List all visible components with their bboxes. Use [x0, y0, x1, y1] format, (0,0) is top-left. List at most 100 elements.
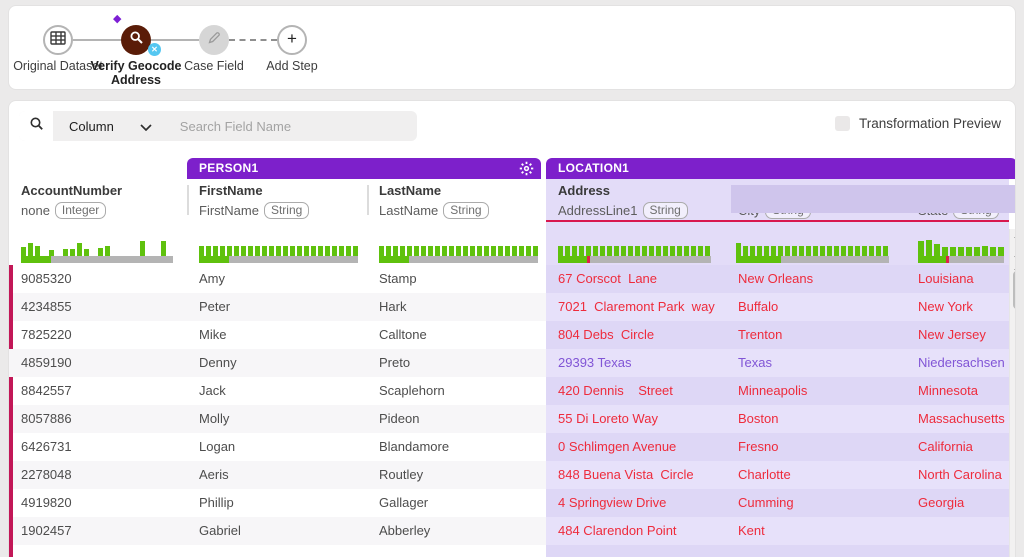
- pencil-icon: [208, 31, 221, 49]
- scroll-down-icon[interactable]: [1014, 256, 1015, 261]
- cell-last-name[interactable]: Hark: [371, 293, 545, 321]
- cell-address[interactable]: 67 Corscot Lane: [546, 265, 734, 293]
- step-verify-geocode[interactable]: [121, 25, 151, 55]
- cell-address[interactable]: 484 Clarendon Point: [546, 517, 734, 545]
- cell-state[interactable]: New Jersey: [914, 321, 1009, 349]
- cell-city[interactable]: Buffalo: [734, 293, 914, 321]
- cell-address[interactable]: 420 Dennis Street: [546, 377, 734, 405]
- cell-account-number[interactable]: 4234855: [13, 293, 191, 321]
- search-input[interactable]: Search Field Name: [180, 119, 291, 134]
- table-row[interactable]: [9, 545, 1009, 557]
- cell-state[interactable]: New York: [914, 293, 1009, 321]
- group-header-location1[interactable]: LOCATION1: [546, 158, 1015, 179]
- cell-last-name[interactable]: [371, 545, 545, 557]
- column-header-firstname[interactable]: FirstName FirstName String: [199, 183, 310, 219]
- scroll-up-icon[interactable]: [1014, 233, 1015, 238]
- cell-city[interactable]: Texas: [734, 349, 914, 377]
- cell-first-name[interactable]: Logan: [191, 433, 371, 461]
- cell-address[interactable]: 804 Debs Circle: [546, 321, 734, 349]
- cell-city[interactable]: Trenton: [734, 321, 914, 349]
- cell-account-number[interactable]: 7825220: [13, 321, 191, 349]
- cell-account-number[interactable]: 6426731: [13, 433, 191, 461]
- column-header-lastname[interactable]: LastName LastName String: [379, 183, 489, 219]
- cell-account-number[interactable]: 4859190: [13, 349, 191, 377]
- cell-city[interactable]: [734, 545, 914, 557]
- scroll-up-icon[interactable]: [1014, 265, 1015, 270]
- preview-checkbox[interactable]: [834, 116, 850, 131]
- cell-state[interactable]: [914, 545, 1009, 557]
- cell-first-name[interactable]: Denny: [191, 349, 371, 377]
- cell-state[interactable]: Louisiana: [914, 265, 1009, 293]
- cell-state[interactable]: Massachusetts: [914, 405, 1009, 433]
- table-row[interactable]: 4234855 Peter Hark 7021 Claremont Park w…: [9, 293, 1009, 321]
- vertical-scrollbar[interactable]: [1009, 229, 1015, 557]
- table-row[interactable]: 8842557 Jack Scaplehorn 420 Dennis Stree…: [9, 377, 1009, 405]
- cell-account-number[interactable]: 2278048: [13, 461, 191, 489]
- cell-city[interactable]: Fresno: [734, 433, 914, 461]
- cell-city[interactable]: Charlotte: [734, 461, 914, 489]
- cell-last-name[interactable]: Pideon: [371, 405, 545, 433]
- table-row[interactable]: 7825220 Mike Calltone 804 Debs Circle Tr…: [9, 321, 1009, 349]
- cell-first-name[interactable]: Amy: [191, 265, 371, 293]
- cell-state[interactable]: [914, 517, 1009, 545]
- transformation-preview-toggle[interactable]: Transformation Preview: [834, 116, 1001, 131]
- cell-first-name[interactable]: Phillip: [191, 489, 371, 517]
- cell-last-name[interactable]: Calltone: [371, 321, 545, 349]
- cell-address[interactable]: 4 Springview Drive: [546, 489, 734, 517]
- cell-account-number[interactable]: 4919820: [13, 489, 191, 517]
- cell-state[interactable]: Niedersachsen: [914, 349, 1009, 377]
- cell-address[interactable]: 29393 Texas: [546, 349, 734, 377]
- cell-city[interactable]: New Orleans: [734, 265, 914, 293]
- search-scope-dropdown[interactable]: Column: [53, 119, 164, 134]
- cell-city[interactable]: Kent: [734, 517, 914, 545]
- cell-account-number[interactable]: 8057886: [13, 405, 191, 433]
- cell-last-name[interactable]: Routley: [371, 461, 545, 489]
- cell-first-name[interactable]: Aeris: [191, 461, 371, 489]
- cell-city[interactable]: Minneapolis: [734, 377, 914, 405]
- cell-last-name[interactable]: Scaplehorn: [371, 377, 545, 405]
- cell-state[interactable]: Minnesota: [914, 377, 1009, 405]
- table-row[interactable]: 1902457 Gabriel Abberley 484 Clarendon P…: [9, 517, 1009, 545]
- step-case-field[interactable]: [199, 25, 229, 55]
- step-add[interactable]: +: [277, 25, 307, 55]
- cell-first-name[interactable]: [191, 545, 371, 557]
- group-header-person1[interactable]: PERSON1: [187, 158, 541, 179]
- column-header-address[interactable]: Address AddressLine1 String: [558, 183, 688, 219]
- cell-first-name[interactable]: Peter: [191, 293, 371, 321]
- scrollbar-thumb[interactable]: [1013, 271, 1015, 309]
- cell-last-name[interactable]: Gallager: [371, 489, 545, 517]
- cell-address[interactable]: 848 Buena Vista Circle: [546, 461, 734, 489]
- gear-icon[interactable]: [519, 161, 534, 183]
- step-original-dataset[interactable]: [43, 25, 73, 55]
- cell-address[interactable]: 0 Schlimgen Avenue: [546, 433, 734, 461]
- cell-last-name[interactable]: Blandamore: [371, 433, 545, 461]
- remove-step-badge[interactable]: ✕: [148, 43, 161, 56]
- cell-last-name[interactable]: Preto: [371, 349, 545, 377]
- cell-address[interactable]: [546, 545, 734, 557]
- cell-account-number[interactable]: 9085320: [13, 265, 191, 293]
- cell-first-name[interactable]: Jack: [191, 377, 371, 405]
- field-search-bar[interactable]: Column Search Field Name: [19, 111, 417, 141]
- cell-address[interactable]: 7021 Claremont Park way: [546, 293, 734, 321]
- cell-address[interactable]: 55 Di Loreto Way: [546, 405, 734, 433]
- cell-first-name[interactable]: Gabriel: [191, 517, 371, 545]
- cell-first-name[interactable]: Molly: [191, 405, 371, 433]
- column-header-accountnumber[interactable]: AccountNumber none Integer: [21, 183, 122, 219]
- table-row[interactable]: 2278048 Aeris Routley 848 Buena Vista Ci…: [9, 461, 1009, 489]
- cell-state[interactable]: California: [914, 433, 1009, 461]
- cell-state[interactable]: North Carolina: [914, 461, 1009, 489]
- cell-last-name[interactable]: Stamp: [371, 265, 545, 293]
- table-row[interactable]: 6426731 Logan Blandamore 0 Schlimgen Ave…: [9, 433, 1009, 461]
- table-row[interactable]: 9085320 Amy Stamp 67 Corscot Lane New Or…: [9, 265, 1009, 293]
- cell-first-name[interactable]: Mike: [191, 321, 371, 349]
- table-row[interactable]: 8057886 Molly Pideon 55 Di Loreto Way Bo…: [9, 405, 1009, 433]
- cell-state[interactable]: Georgia: [914, 489, 1009, 517]
- cell-account-number[interactable]: 1902457: [13, 517, 191, 545]
- cell-account-number[interactable]: [13, 545, 191, 557]
- cell-account-number[interactable]: 8842557: [13, 377, 191, 405]
- cell-city[interactable]: Cumming: [734, 489, 914, 517]
- table-row[interactable]: 4919820 Phillip Gallager 4 Springview Dr…: [9, 489, 1009, 517]
- cell-city[interactable]: Boston: [734, 405, 914, 433]
- cell-last-name[interactable]: Abberley: [371, 517, 545, 545]
- table-row[interactable]: 4859190 Denny Preto 29393 Texas Texas Ni…: [9, 349, 1009, 377]
